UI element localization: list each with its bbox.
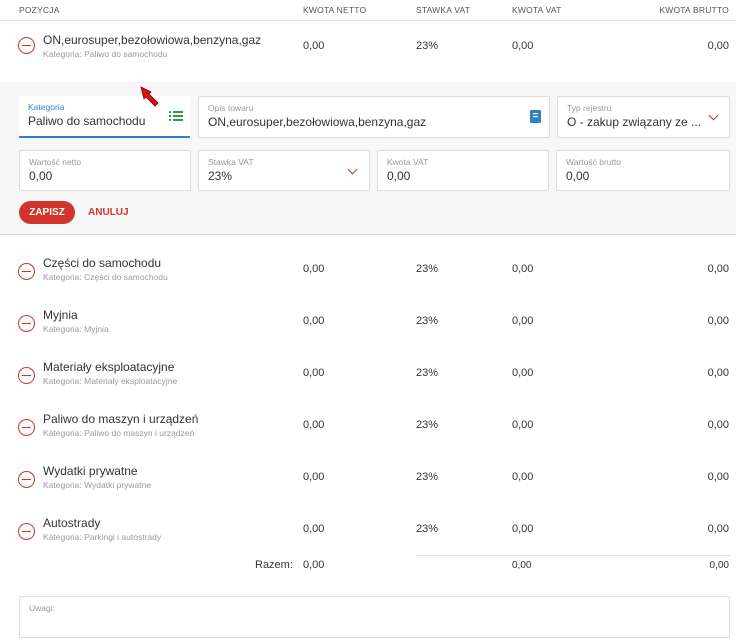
notes-label: Uwagi:	[29, 603, 55, 613]
remove-row-icon[interactable]	[18, 471, 35, 488]
row-netto: 0,00	[303, 523, 325, 535]
row-stawka: 23%	[416, 263, 439, 275]
col-kwota-vat: KWOTA VAT	[512, 5, 562, 15]
col-kwota-netto: KWOTA NETTO	[303, 5, 367, 15]
row-brutto: 0,00	[707, 471, 729, 483]
totals-divider	[416, 555, 730, 556]
totals-label: Razem:	[255, 559, 293, 571]
table-row: Materiały eksploatacyjne Kategoria: Mater…	[0, 356, 736, 408]
row-stawka: 23%	[416, 40, 439, 52]
vat-rate-value: 23%	[208, 169, 233, 183]
save-button[interactable]: ZAPISZ	[19, 201, 75, 224]
remove-row-icon[interactable]	[18, 263, 35, 280]
vat-amount-input: 0,00	[387, 169, 411, 183]
table-row: Paliwo do maszyn i urządzeń Kategoria: Pa…	[0, 408, 736, 460]
book-icon[interactable]	[530, 110, 541, 123]
row-vat: 0,00	[512, 315, 534, 327]
pointer-arrow-icon	[140, 86, 159, 107]
row-category: Kategoria: Materiały eksploatacyjne	[43, 376, 178, 386]
list-icon[interactable]	[169, 110, 183, 122]
row-vat: 0,00	[512, 40, 534, 52]
row-category: Kategoria: Wydatki prywatne	[43, 480, 152, 490]
row-name: Myjnia	[43, 308, 78, 322]
row-vat: 0,00	[512, 367, 534, 379]
row-brutto: 0,00	[707, 40, 729, 52]
row-name: Materiały eksploatacyjne	[43, 360, 175, 374]
description-label: Opis towaru	[208, 103, 254, 113]
col-pozycja: POZYCJA	[19, 5, 60, 15]
row-vat: 0,00	[512, 419, 534, 431]
net-value-input: 0,00	[29, 169, 53, 183]
table-row: Autostrady Kategoria: Parkingi i autostra…	[0, 512, 736, 564]
row-stawka: 23%	[416, 419, 439, 431]
row-name: ON,eurosuper,bezołowiowa,benzyna,gaz	[43, 33, 262, 47]
totals-brutto: 0,00	[709, 560, 729, 571]
description-value: ON,eurosuper,bezołowiowa,benzyna,gaz	[208, 115, 427, 129]
row-vat: 0,00	[512, 471, 534, 483]
row-netto: 0,00	[303, 419, 325, 431]
table-row: Wydatki prywatne Kategoria: Wydatki prywa…	[0, 460, 736, 512]
gross-value-field[interactable]: Wartość brutto 0,00	[556, 150, 730, 191]
row-name: Paliwo do maszyn i urządzeń	[43, 412, 199, 426]
row-stawka: 23%	[416, 367, 439, 379]
chevron-down-icon	[347, 164, 358, 175]
table-row: ON,eurosuper,bezołowiowa,benzyna,gaz Kat…	[0, 26, 736, 78]
register-type-label: Typ rejestru	[567, 103, 612, 113]
row-brutto: 0,00	[707, 367, 729, 379]
totals-vat: 0,00	[512, 560, 532, 571]
table-row: Części do samochodu Kategoria: Części do …	[0, 252, 736, 304]
cancel-button[interactable]: ANULUJ	[88, 201, 129, 224]
row-netto: 0,00	[303, 471, 325, 483]
table-header: POZYCJA KWOTA NETTO STAWKA VAT KWOTA VAT…	[0, 0, 736, 21]
row-vat: 0,00	[512, 263, 534, 275]
row-name: Autostrady	[43, 516, 101, 530]
register-type-select[interactable]: Typ rejestru O - zakup związany ze ...	[557, 96, 730, 138]
vat-rate-select[interactable]: Stawka VAT 23%	[198, 150, 370, 191]
gross-value-label: Wartość brutto	[566, 157, 621, 167]
remove-row-icon[interactable]	[18, 315, 35, 332]
register-type-value: O - zakup związany ze ...	[567, 115, 702, 129]
gross-value-input: 0,00	[566, 169, 590, 183]
row-category: Kategoria: Paliwo do maszyn i urządzeń	[43, 428, 195, 438]
category-value: Paliwo do samochodu	[28, 114, 146, 128]
chevron-down-icon	[708, 110, 719, 121]
table-row: Myjnia Kategoria: Myjnia 0,00 23% 0,00 0,00	[0, 304, 736, 356]
vat-amount-field[interactable]: Kwota VAT 0,00	[377, 150, 549, 191]
row-category: Kategoria: Myjnia	[43, 324, 109, 334]
row-category: Kategoria: Parkingi i autostrady	[43, 532, 162, 542]
row-name: Wydatki prywatne	[43, 464, 138, 478]
row-vat: 0,00	[512, 523, 534, 535]
notes-field[interactable]: Uwagi:	[19, 596, 730, 638]
net-value-label: Wartość netto	[29, 157, 82, 167]
category-label: Kategoria	[28, 102, 65, 112]
row-stawka: 23%	[416, 471, 439, 483]
vat-amount-label: Kwota VAT	[387, 157, 429, 167]
remove-row-icon[interactable]	[18, 523, 35, 540]
description-field[interactable]: Opis towaru ON,eurosuper,bezołowiowa,ben…	[198, 96, 550, 138]
row-netto: 0,00	[303, 263, 325, 275]
col-kwota-brutto: KWOTA BRUTTO	[659, 5, 729, 15]
row-stawka: 23%	[416, 315, 439, 327]
totals-netto: 0,00	[303, 559, 325, 571]
row-brutto: 0,00	[707, 419, 729, 431]
remove-row-icon[interactable]	[18, 37, 35, 54]
row-netto: 0,00	[303, 367, 325, 379]
remove-row-icon[interactable]	[18, 419, 35, 436]
col-stawka-vat: STAWKA VAT	[416, 5, 471, 15]
net-value-field[interactable]: Wartość netto 0,00	[19, 150, 191, 191]
row-netto: 0,00	[303, 315, 325, 327]
vat-rate-label: Stawka VAT	[208, 157, 254, 167]
row-brutto: 0,00	[707, 263, 729, 275]
row-name: Części do samochodu	[43, 256, 162, 270]
row-brutto: 0,00	[707, 315, 729, 327]
row-brutto: 0,00	[707, 523, 729, 535]
row-netto: 0,00	[303, 40, 325, 52]
remove-row-icon[interactable]	[18, 367, 35, 384]
row-category: Kategoria: Części do samochodu	[43, 272, 168, 282]
row-stawka: 23%	[416, 523, 439, 535]
row-category: Kategoria: Paliwo do samochodu	[43, 49, 168, 59]
